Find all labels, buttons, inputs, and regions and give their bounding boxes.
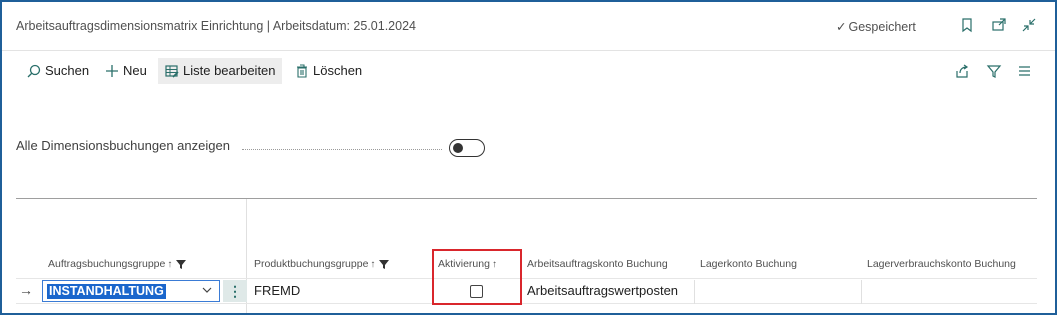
- column-header-product-group[interactable]: Produktbuchungsgruppe ↑: [254, 258, 390, 270]
- filter-icon: [379, 259, 390, 269]
- column-header-order-group[interactable]: Auftragsbuchungsgruppe ↑: [48, 258, 187, 270]
- cell-divider: [694, 280, 695, 304]
- order-group-input[interactable]: INSTANDHALTUNG: [42, 280, 220, 302]
- sort-ascending-icon: ↑: [167, 259, 173, 270]
- edit-list-button[interactable]: Liste bearbeiten: [158, 58, 282, 84]
- new-label: Neu: [123, 63, 147, 78]
- plus-icon: [106, 64, 118, 77]
- order-group-value: INSTANDHALTUNG: [47, 284, 166, 299]
- bookmark-icon[interactable]: [958, 16, 976, 34]
- delete-button[interactable]: Löschen: [288, 58, 368, 84]
- list-view-icon[interactable]: [1016, 63, 1032, 79]
- filter-icon[interactable]: [986, 63, 1002, 79]
- toggle-knob: [453, 142, 463, 153]
- column-header-consumption-posting[interactable]: Lagerverbrauchskonto Buchung: [867, 258, 1016, 270]
- search-label: Suchen: [45, 63, 90, 78]
- new-button[interactable]: Neu: [98, 58, 153, 84]
- open-new-window-icon[interactable]: [990, 16, 1008, 34]
- saved-label: Gespeichert: [848, 20, 916, 34]
- column-header-label: Produktbuchungsgruppe: [254, 258, 369, 270]
- show-all-postings-toggle[interactable]: [449, 139, 485, 157]
- dotted-leader: [242, 148, 442, 150]
- share-icon[interactable]: [954, 63, 970, 79]
- product-group-cell[interactable]: FREMD: [254, 283, 300, 298]
- column-header-inventory-posting[interactable]: Lagerkonto Buchung: [700, 258, 797, 270]
- row-actions-button[interactable]: ⋮: [223, 280, 247, 302]
- current-row-arrow-icon: →: [19, 282, 33, 298]
- cell-divider: [861, 280, 862, 304]
- filter-icon: [176, 259, 187, 269]
- column-header-account-posting[interactable]: Arbeitsauftragskonto Buchung: [527, 258, 668, 270]
- search-icon: [27, 64, 41, 78]
- title-bar: Arbeitsauftragsdimensionsmatrix Einricht…: [2, 2, 1055, 51]
- highlight-box: [432, 249, 522, 305]
- chevron-down-icon[interactable]: [201, 284, 213, 296]
- collapse-icon[interactable]: [1020, 16, 1038, 34]
- page-title: Arbeitsauftragsdimensionsmatrix Einricht…: [16, 19, 416, 33]
- account-posting-cell[interactable]: Arbeitsauftragswertposten: [527, 283, 678, 298]
- row-border: [16, 303, 1037, 304]
- section-divider: [16, 198, 1037, 199]
- column-header-label: Auftragsbuchungsgruppe: [48, 258, 166, 270]
- checkmark-icon: ✓: [836, 20, 847, 34]
- page-window: Arbeitsauftragsdimensionsmatrix Einricht…: [0, 0, 1057, 315]
- edit-list-icon: [165, 64, 179, 78]
- show-all-postings-label: Alle Dimensionsbuchungen anzeigen: [16, 138, 230, 153]
- header-row-border: [16, 278, 1037, 279]
- edit-list-label: Liste bearbeiten: [183, 63, 276, 78]
- action-bar: Suchen Neu Liste bearbeiten Löschen: [2, 54, 1055, 88]
- saved-status: ✓ Gespeichert: [836, 19, 916, 34]
- sort-ascending-icon: ↑: [370, 259, 376, 270]
- delete-label: Löschen: [313, 63, 363, 78]
- trash-icon: [297, 64, 307, 78]
- search-button[interactable]: Suchen: [20, 58, 95, 84]
